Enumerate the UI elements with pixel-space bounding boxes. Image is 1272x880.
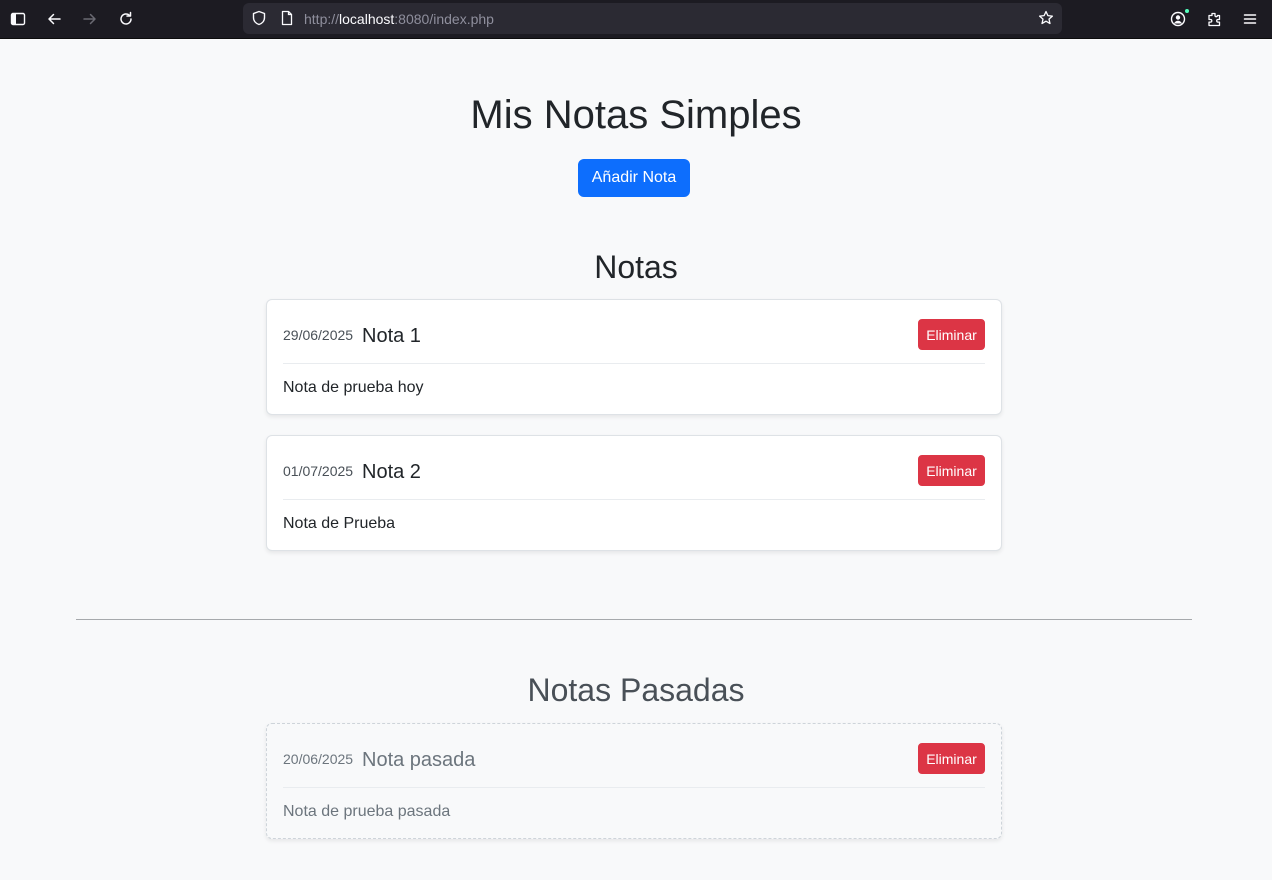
- url-prefix: http://: [304, 11, 340, 27]
- note-divider: [283, 363, 985, 364]
- note-card: 29/06/2025 Nota 1 Eliminar Nota de prueb…: [266, 299, 1002, 415]
- sidebar-toggle-icon[interactable]: [5, 6, 31, 32]
- delete-button[interactable]: Eliminar: [918, 319, 985, 350]
- url-suffix: :8080/index.php: [394, 11, 494, 27]
- url-host: localhost: [339, 11, 395, 27]
- note-card: 01/07/2025 Nota 2 Eliminar Nota de Prueb…: [266, 435, 1002, 551]
- url-text[interactable]: http://localhost:8080/index.php: [304, 10, 494, 28]
- account-icon[interactable]: [1165, 6, 1191, 32]
- browser-toolbar: http://localhost:8080/index.php: [0, 0, 1272, 39]
- note-text: Nota de prueba hoy: [283, 379, 424, 396]
- past-notes-section-title: Notas Pasadas: [527, 672, 745, 708]
- page-icon[interactable]: [279, 10, 295, 26]
- note-text: Nota de prueba pasada: [283, 803, 451, 820]
- menu-icon[interactable]: [1237, 6, 1263, 32]
- delete-button[interactable]: Eliminar: [918, 455, 985, 486]
- delete-button[interactable]: Eliminar: [918, 743, 985, 774]
- bookmark-star-icon[interactable]: [1038, 10, 1054, 26]
- note-divider: [283, 499, 985, 500]
- note-text: Nota de Prueba: [283, 515, 396, 532]
- note-date: 20/06/2025: [283, 751, 354, 767]
- extensions-icon[interactable]: [1201, 6, 1227, 32]
- address-bar[interactable]: http://localhost:8080/index.php: [243, 3, 1062, 34]
- past-note-card: 20/06/2025 Nota pasada Eliminar Nota de …: [266, 723, 1002, 839]
- notification-dot: [1184, 8, 1190, 14]
- shield-icon[interactable]: [251, 10, 267, 26]
- note-title: Nota 2: [362, 461, 421, 483]
- note-title: Nota pasada: [362, 749, 476, 771]
- section-divider: [76, 619, 1192, 620]
- reload-icon[interactable]: [113, 6, 139, 32]
- page-content: Mis Notas Simples Añadir Nota Notas 29/0…: [0, 39, 1272, 880]
- note-title: Nota 1: [362, 325, 421, 347]
- note-date: 29/06/2025: [283, 327, 354, 343]
- note-divider: [283, 787, 985, 788]
- notes-section-title: Notas: [594, 249, 678, 285]
- forward-icon[interactable]: [77, 6, 103, 32]
- note-date: 01/07/2025: [283, 463, 354, 479]
- add-note-button[interactable]: Añadir Nota: [578, 159, 690, 197]
- page-title: Mis Notas Simples: [470, 93, 802, 137]
- back-icon[interactable]: [41, 6, 67, 32]
